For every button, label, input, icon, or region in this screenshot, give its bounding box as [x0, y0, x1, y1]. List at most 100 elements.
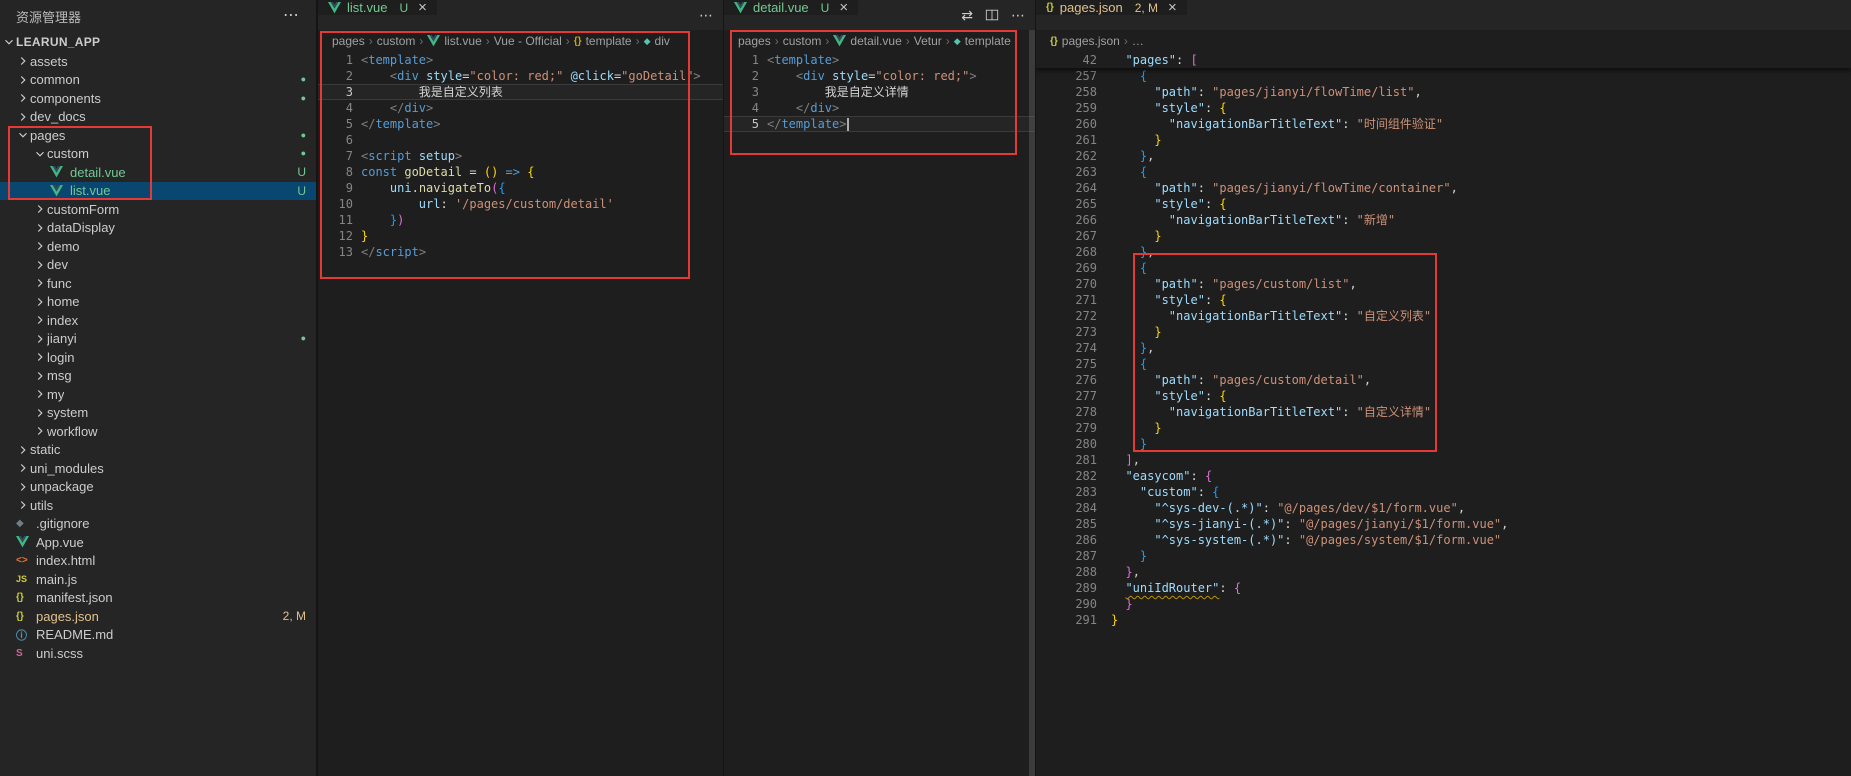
tree-item-components[interactable]: components●	[0, 89, 316, 108]
breadcrumb-item-custom[interactable]: custom	[783, 34, 822, 48]
code-line[interactable]: 267 }	[1036, 228, 1851, 244]
close-icon[interactable]: ×	[1168, 0, 1177, 15]
code-line[interactable]: 3 我是自定义详情	[724, 84, 1035, 100]
breadcrumb-item-Vetur[interactable]: Vetur	[914, 34, 942, 48]
code-line[interactable]: 4 </div>	[724, 100, 1035, 116]
split-editor-icon[interactable]	[985, 8, 999, 22]
code-line[interactable]: 280 }	[1036, 436, 1851, 452]
tree-item-index.html[interactable]: <>index.html	[0, 552, 316, 571]
tree-item-detail.vue[interactable]: detail.vueU	[0, 163, 316, 182]
code-line[interactable]: 5</template>	[724, 116, 1035, 132]
tree-item-uni_modules[interactable]: uni_modules	[0, 459, 316, 478]
sticky-scroll-line[interactable]: 42 "pages": [	[1036, 52, 1851, 68]
code-line[interactable]: 283 "custom": {	[1036, 484, 1851, 500]
tab-detail-vue[interactable]: detail.vueU×	[724, 0, 859, 15]
tree-item-.gitignore[interactable]: ◆.gitignore	[0, 515, 316, 534]
tree-item-assets[interactable]: assets	[0, 52, 316, 71]
tree-item-utils[interactable]: utils	[0, 496, 316, 515]
tree-item-login[interactable]: login	[0, 348, 316, 367]
code-line[interactable]: 272 "navigationBarTitleText": "自定义列表"	[1036, 308, 1851, 324]
tree-item-workflow[interactable]: workflow	[0, 422, 316, 441]
code-line[interactable]: 291}	[1036, 612, 1851, 628]
code-line[interactable]: 13</script>	[318, 244, 723, 260]
code-line[interactable]: 5</template>	[318, 116, 723, 132]
tree-item-common[interactable]: common●	[0, 71, 316, 90]
tree-item-my[interactable]: my	[0, 385, 316, 404]
breadcrumb-item-pages[interactable]: pages	[738, 34, 771, 48]
code-line[interactable]: 12}	[318, 228, 723, 244]
breadcrumb-item-detail.vue[interactable]: detail.vue	[833, 34, 901, 48]
more-icon[interactable]: ⋯	[699, 8, 713, 22]
tree-item-pages.json[interactable]: {}pages.json2, M	[0, 607, 316, 626]
breadcrumb-item-template[interactable]: {}template	[574, 34, 632, 48]
code-line[interactable]: 6	[318, 132, 723, 148]
code-line[interactable]: 290 }	[1036, 596, 1851, 612]
code-line[interactable]: 278 "navigationBarTitleText": "自定义详情"	[1036, 404, 1851, 420]
tree-item-customForm[interactable]: customForm	[0, 200, 316, 219]
code-line[interactable]: 282 "easycom": {	[1036, 468, 1851, 484]
tree-item-index[interactable]: index	[0, 311, 316, 330]
code-line[interactable]: 258 "path": "pages/jianyi/flowTime/list"…	[1036, 84, 1851, 100]
breadcrumb-item-custom[interactable]: custom	[377, 34, 416, 48]
code-line[interactable]: 273 }	[1036, 324, 1851, 340]
tree-item-dataDisplay[interactable]: dataDisplay	[0, 219, 316, 238]
code-line[interactable]: 281 ],	[1036, 452, 1851, 468]
tree-item-dev_docs[interactable]: dev_docs	[0, 108, 316, 127]
code-line[interactable]: 259 "style": {	[1036, 100, 1851, 116]
tab-list-vue[interactable]: list.vueU×	[318, 0, 438, 15]
code-line[interactable]: 288 },	[1036, 564, 1851, 580]
code-editor-list-vue[interactable]: 1<template>2 <div style="color: red;" @c…	[318, 52, 723, 776]
tree-item-dev[interactable]: dev	[0, 256, 316, 275]
code-line[interactable]: 279 }	[1036, 420, 1851, 436]
code-line[interactable]: 268 },	[1036, 244, 1851, 260]
tree-item-main.js[interactable]: JSmain.js	[0, 570, 316, 589]
breadcrumb-item-pages.json[interactable]: {}pages.json	[1050, 34, 1120, 48]
code-line[interactable]: 9 uni.navigateTo({	[318, 180, 723, 196]
code-line[interactable]: 269 {	[1036, 260, 1851, 276]
code-line[interactable]: 266 "navigationBarTitleText": "新增"	[1036, 212, 1851, 228]
code-line[interactable]: 287 }	[1036, 548, 1851, 564]
tree-item-pages[interactable]: pages●	[0, 126, 316, 145]
code-line[interactable]: 7<script setup>	[318, 148, 723, 164]
code-line[interactable]: 284 "^sys-dev-(.*)": "@/pages/dev/$1/for…	[1036, 500, 1851, 516]
code-line[interactable]: 285 "^sys-jianyi-(.*)": "@/pages/jianyi/…	[1036, 516, 1851, 532]
code-line[interactable]: 257 {	[1036, 68, 1851, 84]
code-line[interactable]: 289 "uniIdRouter": {	[1036, 580, 1851, 596]
code-line[interactable]: 270 "path": "pages/custom/list",	[1036, 276, 1851, 292]
tree-item-App.vue[interactable]: App.vue	[0, 533, 316, 552]
code-line[interactable]: 10 url: '/pages/custom/detail'	[318, 196, 723, 212]
tree-item-jianyi[interactable]: jianyi●	[0, 330, 316, 349]
scrollbar[interactable]	[1029, 30, 1035, 776]
code-line[interactable]: 286 "^sys-system-(.*)": "@/pages/system/…	[1036, 532, 1851, 548]
tree-item-uni.scss[interactable]: Suni.scss	[0, 644, 316, 663]
tree-item-system[interactable]: system	[0, 404, 316, 423]
code-line[interactable]: 263 {	[1036, 164, 1851, 180]
tree-item-manifest.json[interactable]: {}manifest.json	[0, 589, 316, 608]
code-line[interactable]: 2 <div style="color: red;" @click="goDet…	[318, 68, 723, 84]
breadcrumb-item-Vue-Official[interactable]: Vue - Official	[494, 34, 562, 48]
close-icon[interactable]: ×	[418, 0, 427, 15]
tree-item-custom[interactable]: custom●	[0, 145, 316, 164]
code-line[interactable]: 264 "path": "pages/jianyi/flowTime/conta…	[1036, 180, 1851, 196]
tree-item-static[interactable]: static	[0, 441, 316, 460]
tree-item-README.md[interactable]: ⓘREADME.md	[0, 626, 316, 645]
tab-pages-json[interactable]: {}pages.json2, M×	[1036, 0, 1188, 15]
breadcrumb-item-list.vue[interactable]: list.vue	[427, 34, 481, 48]
code-line[interactable]: 3 我是自定义列表	[318, 84, 723, 100]
tree-item-list.vue[interactable]: list.vueU	[0, 182, 316, 201]
tree-item-unpackage[interactable]: unpackage	[0, 478, 316, 497]
project-root-row[interactable]: LEARUN_APP	[0, 32, 316, 52]
code-line[interactable]: 271 "style": {	[1036, 292, 1851, 308]
code-line[interactable]: 276 "path": "pages/custom/detail",	[1036, 372, 1851, 388]
code-line[interactable]: 1<template>	[724, 52, 1035, 68]
more-actions-icon[interactable]: ⋯	[283, 8, 300, 24]
code-line[interactable]: 8const goDetail = () => {	[318, 164, 723, 180]
code-line[interactable]: 277 "style": {	[1036, 388, 1851, 404]
breadcrumb-item-pages[interactable]: pages	[332, 34, 365, 48]
code-line[interactable]: 275 {	[1036, 356, 1851, 372]
code-line[interactable]: 260 "navigationBarTitleText": "时间组件验证"	[1036, 116, 1851, 132]
tree-item-msg[interactable]: msg	[0, 367, 316, 386]
tree-item-home[interactable]: home	[0, 293, 316, 312]
breadcrumb-item-template[interactable]: ◆template	[954, 34, 1011, 48]
breadcrumb-item-[interactable]: …	[1132, 34, 1144, 48]
